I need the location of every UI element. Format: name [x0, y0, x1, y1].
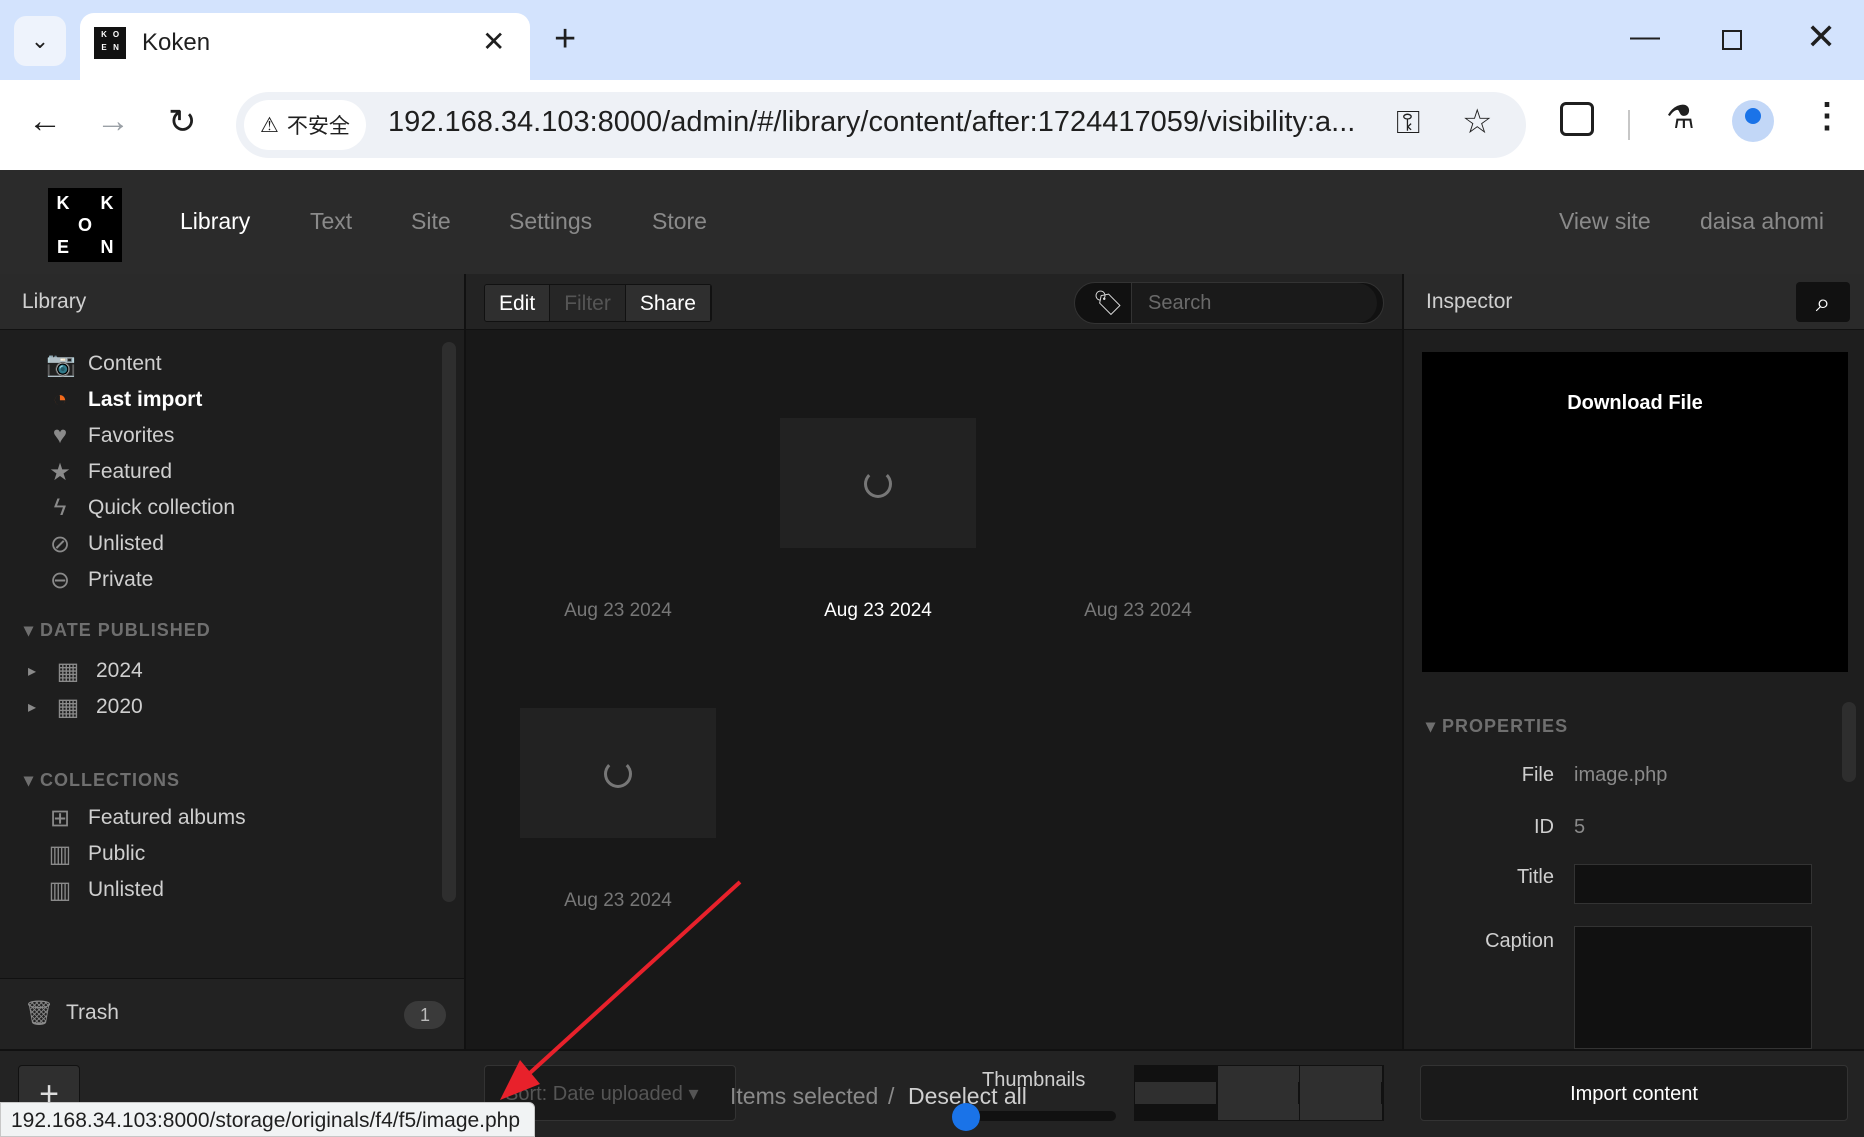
status-url-bar: 192.168.34.103:8000/storage/originals/f4…	[0, 1102, 536, 1137]
annotation-arrow	[500, 880, 742, 1100]
